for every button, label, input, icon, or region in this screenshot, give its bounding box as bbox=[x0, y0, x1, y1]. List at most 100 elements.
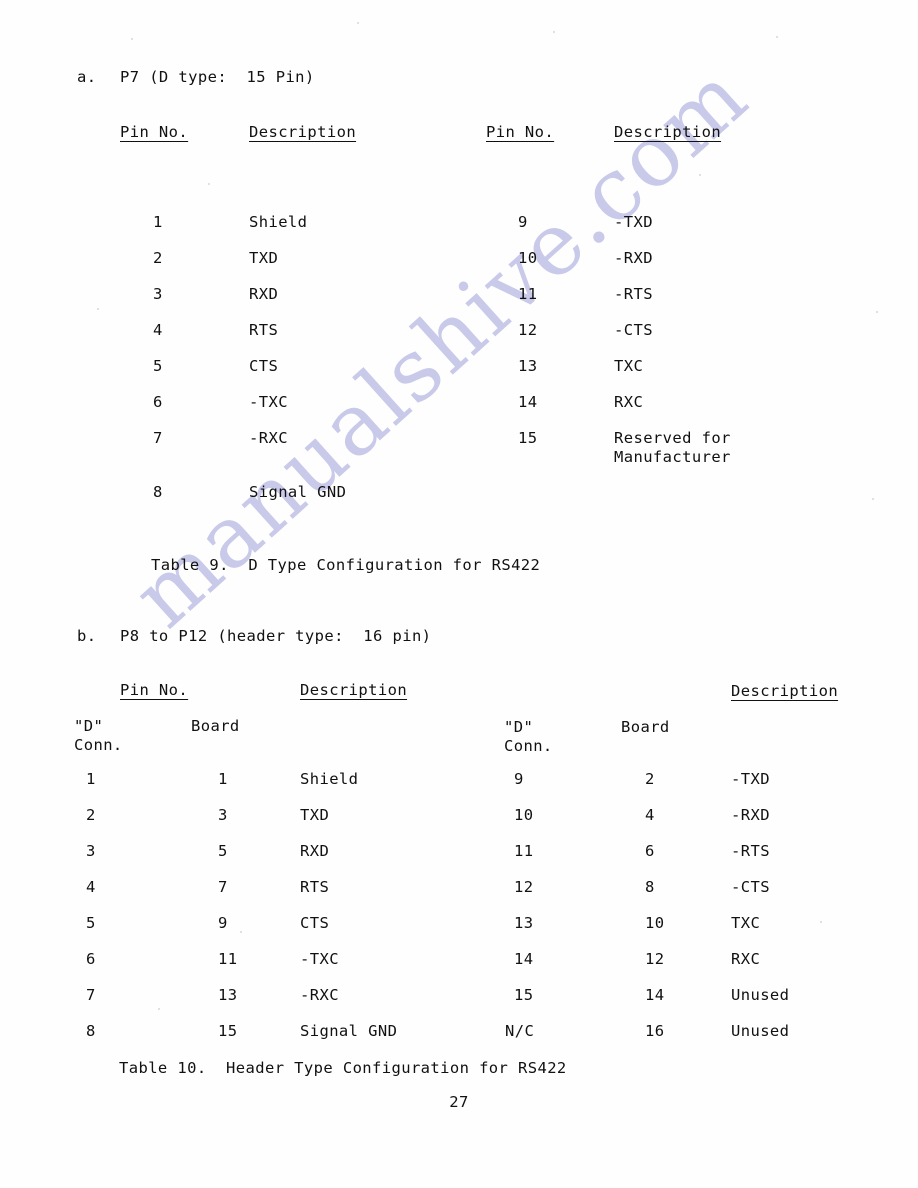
scan-speck bbox=[872, 498, 874, 500]
table10-row-d-conn: 7 bbox=[86, 986, 96, 1004]
table10-row-board: 6 bbox=[645, 842, 655, 860]
table10-row-description: RXD bbox=[300, 842, 330, 860]
table10-row-board: 2 bbox=[645, 770, 655, 788]
scan-speck bbox=[158, 1008, 160, 1010]
section-b-label: b. bbox=[77, 627, 97, 645]
table9-row-description: RXD bbox=[249, 285, 279, 303]
table10-row-board: 14 bbox=[645, 986, 665, 1004]
table9-row-description: -TXD bbox=[614, 213, 653, 231]
table10-row-board: 12 bbox=[645, 950, 665, 968]
scan-speck bbox=[208, 183, 210, 185]
table10-row-description: RXC bbox=[731, 950, 761, 968]
table9-row-pin: 13 bbox=[518, 357, 538, 375]
table9-row-pin: 11 bbox=[518, 285, 538, 303]
table9-row-pin: 15 bbox=[518, 429, 538, 447]
table10-row-board: 10 bbox=[645, 914, 665, 932]
table10-subheader-d-conn-right-line2: Conn. bbox=[504, 737, 553, 755]
table10-row-description: -CTS bbox=[731, 878, 770, 896]
table9-row-description: -RXD bbox=[614, 249, 653, 267]
table10-row-description: -TXC bbox=[300, 950, 339, 968]
table9-header-pin-no-left: Pin No. bbox=[120, 123, 189, 141]
table10-row-d-conn: 14 bbox=[514, 950, 534, 968]
scan-speck bbox=[876, 311, 878, 313]
scan-speck bbox=[776, 36, 778, 38]
scan-speck bbox=[240, 931, 242, 933]
table10-row-description: TXD bbox=[300, 806, 330, 824]
table10-row-board: 8 bbox=[645, 878, 655, 896]
table10-row-d-conn: 2 bbox=[86, 806, 96, 824]
table10-row-description: Unused bbox=[731, 1022, 790, 1040]
table10-subheader-d-conn-right-line1: "D" bbox=[504, 718, 534, 736]
table9-header-description-right: Description bbox=[614, 123, 722, 141]
table10-row-board: 7 bbox=[218, 878, 228, 896]
table9-row-description: Signal GND bbox=[249, 483, 347, 501]
table10-row-d-conn: 6 bbox=[86, 950, 96, 968]
table9-row-description: -RTS bbox=[614, 285, 653, 303]
scan-speck bbox=[97, 308, 99, 310]
table10-row-d-conn: 11 bbox=[514, 842, 534, 860]
document-page: manualshive.com a. P7 (D type: 15 Pin) P… bbox=[0, 0, 918, 1188]
table10-row-description: -TXD bbox=[731, 770, 770, 788]
table10-row-board: 11 bbox=[218, 950, 238, 968]
table9-row-pin: 4 bbox=[153, 321, 163, 339]
table9-row-description: -CTS bbox=[614, 321, 653, 339]
table10-row-description: Signal GND bbox=[300, 1022, 398, 1040]
table9-row-pin: 6 bbox=[153, 393, 163, 411]
table10-subheader-d-conn-left-line2: Conn. bbox=[74, 736, 123, 754]
table10-header-description-right: Description bbox=[731, 682, 839, 700]
table9-caption: Table 9. D Type Configuration for RS422 bbox=[151, 556, 541, 574]
table9-row-description: RXC bbox=[614, 393, 644, 411]
table9-header-pin-no-right: Pin No. bbox=[486, 123, 555, 141]
table10-row-d-conn: 3 bbox=[86, 842, 96, 860]
table10-subheader-d-conn-left-line1: "D" bbox=[74, 717, 104, 735]
scan-speck bbox=[131, 38, 133, 40]
table10-row-d-conn: 1 bbox=[86, 770, 96, 788]
table10-row-description: CTS bbox=[300, 914, 330, 932]
table10-row-d-conn: 8 bbox=[86, 1022, 96, 1040]
table10-row-description: TXC bbox=[731, 914, 761, 932]
table9-row-description: -TXC bbox=[249, 393, 288, 411]
table10-header-description-left: Description bbox=[300, 681, 408, 699]
table10-caption: Table 10. Header Type Configuration for … bbox=[119, 1059, 567, 1077]
table10-row-d-conn: N/C bbox=[505, 1022, 535, 1040]
section-a-title: P7 (D type: 15 Pin) bbox=[120, 68, 315, 86]
table9-row-pin: 5 bbox=[153, 357, 163, 375]
table10-row-d-conn: 15 bbox=[514, 986, 534, 1004]
table10-row-board: 16 bbox=[645, 1022, 665, 1040]
scan-speck bbox=[699, 174, 701, 176]
section-b-title: P8 to P12 (header type: 16 pin) bbox=[120, 627, 432, 645]
table10-row-board: 15 bbox=[218, 1022, 238, 1040]
scan-speck bbox=[820, 921, 822, 923]
table10-row-d-conn: 13 bbox=[514, 914, 534, 932]
table9-row-description: TXD bbox=[249, 249, 279, 267]
table10-row-description: -RTS bbox=[731, 842, 770, 860]
table9-row-pin: 8 bbox=[153, 483, 163, 501]
scan-speck bbox=[357, 22, 359, 24]
table10-row-description: Unused bbox=[731, 986, 790, 1004]
table9-row-pin: 9 bbox=[518, 213, 528, 231]
table9-row-pin: 3 bbox=[153, 285, 163, 303]
table10-subheader-board-left: Board bbox=[191, 717, 240, 735]
table10-row-description: -RXD bbox=[731, 806, 770, 824]
table9-header-description-left: Description bbox=[249, 123, 357, 141]
table9-row-pin: 10 bbox=[518, 249, 538, 267]
table9-row-pin: 1 bbox=[153, 213, 163, 231]
table10-row-board: 9 bbox=[218, 914, 228, 932]
table10-row-d-conn: 5 bbox=[86, 914, 96, 932]
section-a-label: a. bbox=[77, 68, 97, 86]
table10-row-board: 13 bbox=[218, 986, 238, 1004]
table9-row-description: RTS bbox=[249, 321, 279, 339]
table10-row-board: 4 bbox=[645, 806, 655, 824]
table9-row-description: Reserved for Manufacturer bbox=[614, 429, 731, 466]
table9-row-description: -RXC bbox=[249, 429, 288, 447]
table9-row-pin: 2 bbox=[153, 249, 163, 267]
table9-row-description: TXC bbox=[614, 357, 644, 375]
table10-row-board: 1 bbox=[218, 770, 228, 788]
table10-row-description: Shield bbox=[300, 770, 359, 788]
table10-subheader-board-right: Board bbox=[621, 718, 670, 736]
table10-row-description: -RXC bbox=[300, 986, 339, 1004]
table10-row-board: 5 bbox=[218, 842, 228, 860]
table10-row-d-conn: 4 bbox=[86, 878, 96, 896]
scan-speck bbox=[553, 31, 555, 33]
table10-row-d-conn: 10 bbox=[514, 806, 534, 824]
